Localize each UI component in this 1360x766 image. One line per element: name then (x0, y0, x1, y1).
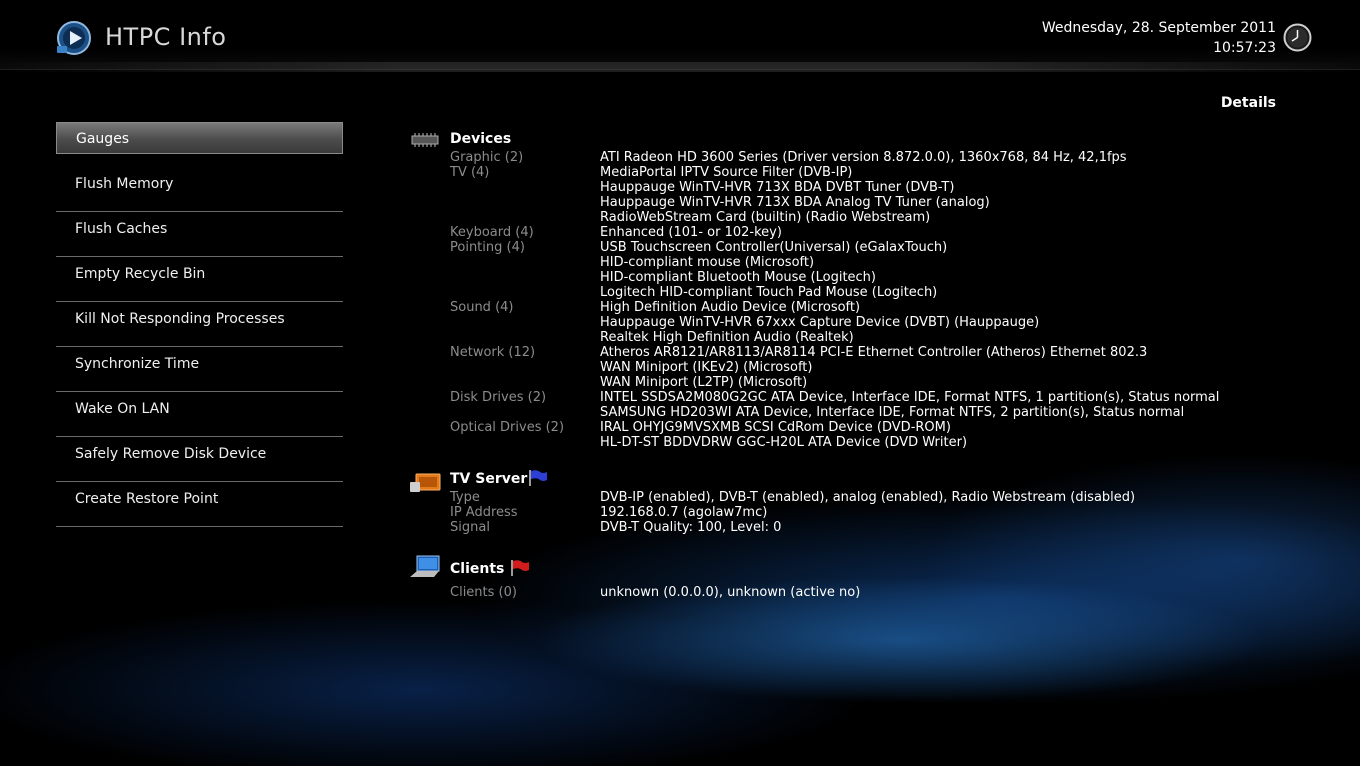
client-row-key: Clients (0) (450, 585, 517, 600)
device-row-value: IRAL OHYJG9MVSXMB SCSI CdRom Device (DVD… (600, 420, 951, 435)
tv-server-row-key: Signal (450, 520, 490, 535)
device-row-key: Graphic (2) (450, 150, 524, 165)
device-row-value: High Definition Audio Device (Microsoft) (600, 300, 861, 315)
device-row-value: RadioWebStream Card (builtin) (Radio Web… (600, 210, 931, 225)
tv-server-row-value: DVB-T Quality: 100, Level: 0 (600, 520, 782, 535)
device-row-value: Hauppauge WinTV-HVR 67xxx Capture Device… (600, 315, 1040, 330)
device-row-value: HID-compliant mouse (Microsoft) (600, 255, 815, 270)
menu-item-empty-recycle-bin[interactable]: Empty Recycle Bin (56, 257, 343, 302)
menu-item-safely-remove-disk[interactable]: Safely Remove Disk Device (56, 437, 343, 482)
menu-item-flush-caches[interactable]: Flush Caches (56, 212, 343, 257)
current-time: 10:57:23 (1213, 40, 1276, 56)
device-row-key: Optical Drives (2) (450, 420, 565, 435)
tv-server-icon (410, 473, 441, 492)
device-row-key: Disk Drives (2) (450, 390, 547, 405)
header-glow (0, 62, 1360, 72)
device-row-value: Enhanced (101- or 102-key) (600, 225, 782, 240)
device-row-value: INTEL SSDSA2M080G2GC ATA Device, Interfa… (600, 390, 1220, 405)
device-row-value: Atheros AR8121/AR8113/AR8114 PCI-E Ether… (600, 345, 1148, 360)
device-row-value: SAMSUNG HD203WI ATA Device, Interface ID… (600, 405, 1185, 420)
tv-server-row-value: DVB-IP (enabled), DVB-T (enabled), analo… (600, 490, 1136, 505)
date-time: Wednesday, 28. September 2011 10:57:23 (1042, 18, 1276, 58)
device-row-value: HL-DT-ST BDDVDRW GGC-H20L ATA Device (DV… (600, 435, 968, 450)
current-date: Wednesday, 28. September 2011 (1041, 20, 1276, 36)
client-row-value: unknown (0.0.0.0), unknown (active no) (600, 585, 861, 600)
device-row-value: HID-compliant Bluetooth Mouse (Logitech) (600, 270, 876, 285)
menu-item-create-restore-point[interactable]: Create Restore Point (56, 482, 343, 527)
menu-item-kill-not-responding[interactable]: Kill Not Responding Processes (56, 302, 343, 347)
device-row-key: TV (4) (450, 165, 490, 180)
clients-title: Clients (450, 561, 505, 577)
menu-item-wake-on-lan[interactable]: Wake On LAN (56, 392, 343, 437)
device-row-key: Sound (4) (450, 300, 514, 315)
device-row-value: WAN Miniport (IKEv2) (Microsoft) (600, 360, 813, 375)
side-menu: Gauges Flush Memory Flush Caches Empty R… (56, 122, 343, 527)
menu-item-synchronize-time[interactable]: Synchronize Time (56, 347, 343, 392)
device-row-value: Hauppauge WinTV-HVR 713X BDA Analog TV T… (600, 195, 990, 210)
details-heading: Details (1220, 95, 1276, 111)
red-flag-icon (511, 560, 529, 576)
laptop-icon (410, 555, 440, 577)
clock-icon (1283, 23, 1312, 52)
blue-flag-icon (529, 470, 547, 486)
tv-server-title: TV Server (450, 471, 528, 487)
device-row-value: Hauppauge WinTV-HVR 713X BDA DVBT Tuner … (600, 180, 955, 195)
device-row-value: WAN Miniport (L2TP) (Microsoft) (600, 375, 808, 390)
devices-title: Devices (450, 131, 512, 147)
menu-item-gauges[interactable]: Gauges (56, 122, 343, 154)
menu-item-flush-memory[interactable]: Flush Memory (56, 167, 343, 212)
device-row-value: ATI Radeon HD 3600 Series (Driver versio… (600, 150, 1127, 165)
device-row-key: Network (12) (450, 345, 536, 360)
tv-server-row-value: 192.168.0.7 (agolaw7mc) (600, 505, 768, 520)
device-row-value: Realtek High Definition Audio (Realtek) (600, 330, 854, 345)
chip-icon (411, 133, 439, 147)
device-row-key: Pointing (4) (450, 240, 525, 255)
tv-server-row-key: Type (450, 490, 480, 505)
device-row-value: USB Touchscreen Controller(Universal) (e… (600, 240, 948, 255)
device-row-value: Logitech HID-compliant Touch Pad Mouse (… (600, 285, 938, 300)
device-row-value: MediaPortal IPTV Source Filter (DVB-IP) (600, 165, 853, 180)
tv-server-row-key: IP Address (450, 505, 518, 520)
device-row-key: Keyboard (4) (450, 225, 534, 240)
app-title: HTPC Info (105, 23, 227, 51)
htpc-logo-icon (57, 21, 91, 55)
